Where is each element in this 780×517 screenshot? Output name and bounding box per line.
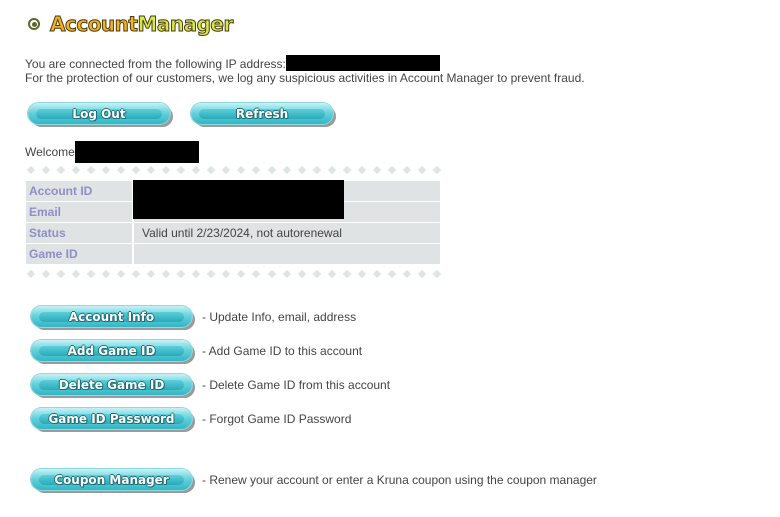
coupon-manager-button[interactable]: Coupon Manager xyxy=(31,469,192,490)
account-details-redacted xyxy=(133,180,344,219)
email-label: Email xyxy=(26,202,132,222)
table-row: Status Valid until 2/23/2024, not autore… xyxy=(26,223,440,243)
account-id-label: Account ID xyxy=(26,181,132,201)
fraud-notice: For the protection of our customers, we … xyxy=(25,71,585,85)
table-row: Game ID xyxy=(26,244,440,264)
game-id-password-button[interactable]: Game ID Password xyxy=(31,408,192,429)
account-info-description: - Update Info, email, address xyxy=(202,310,357,324)
bullet-icon xyxy=(28,18,40,30)
account-info-button[interactable]: Account Info xyxy=(31,306,192,327)
coupon-manager-description: - Renew your account or enter a Kruna co… xyxy=(202,473,597,487)
connection-info: You are connected from the following IP … xyxy=(25,55,585,85)
delete-game-id-description: - Delete Game ID from this account xyxy=(202,378,391,392)
divider-top xyxy=(26,165,442,175)
divider-bottom xyxy=(26,269,442,279)
delete-game-id-button[interactable]: Delete Game ID xyxy=(31,374,192,395)
add-game-id-button[interactable]: Add Game ID xyxy=(31,340,192,361)
game-id-label: Game ID xyxy=(26,244,132,264)
game-id-value xyxy=(134,244,440,264)
page-header: AccountManager xyxy=(28,12,234,37)
status-value: Valid until 2/23/2024, not autorenewal xyxy=(134,223,440,243)
refresh-button[interactable]: Refresh xyxy=(191,103,333,124)
welcome-label: Welcome xyxy=(25,145,75,159)
welcome-line: Welcome xyxy=(25,141,199,163)
ip-address-label: You are connected from the following IP … xyxy=(25,57,286,71)
username-redacted xyxy=(74,141,199,163)
page-title: AccountManager xyxy=(49,12,233,37)
add-game-id-description: - Add Game ID to this account xyxy=(202,344,363,358)
logout-button[interactable]: Log Out xyxy=(28,103,170,124)
ip-address-redacted xyxy=(285,55,440,71)
status-label: Status xyxy=(26,223,132,243)
game-id-password-description: - Forgot Game ID Password xyxy=(202,412,352,426)
